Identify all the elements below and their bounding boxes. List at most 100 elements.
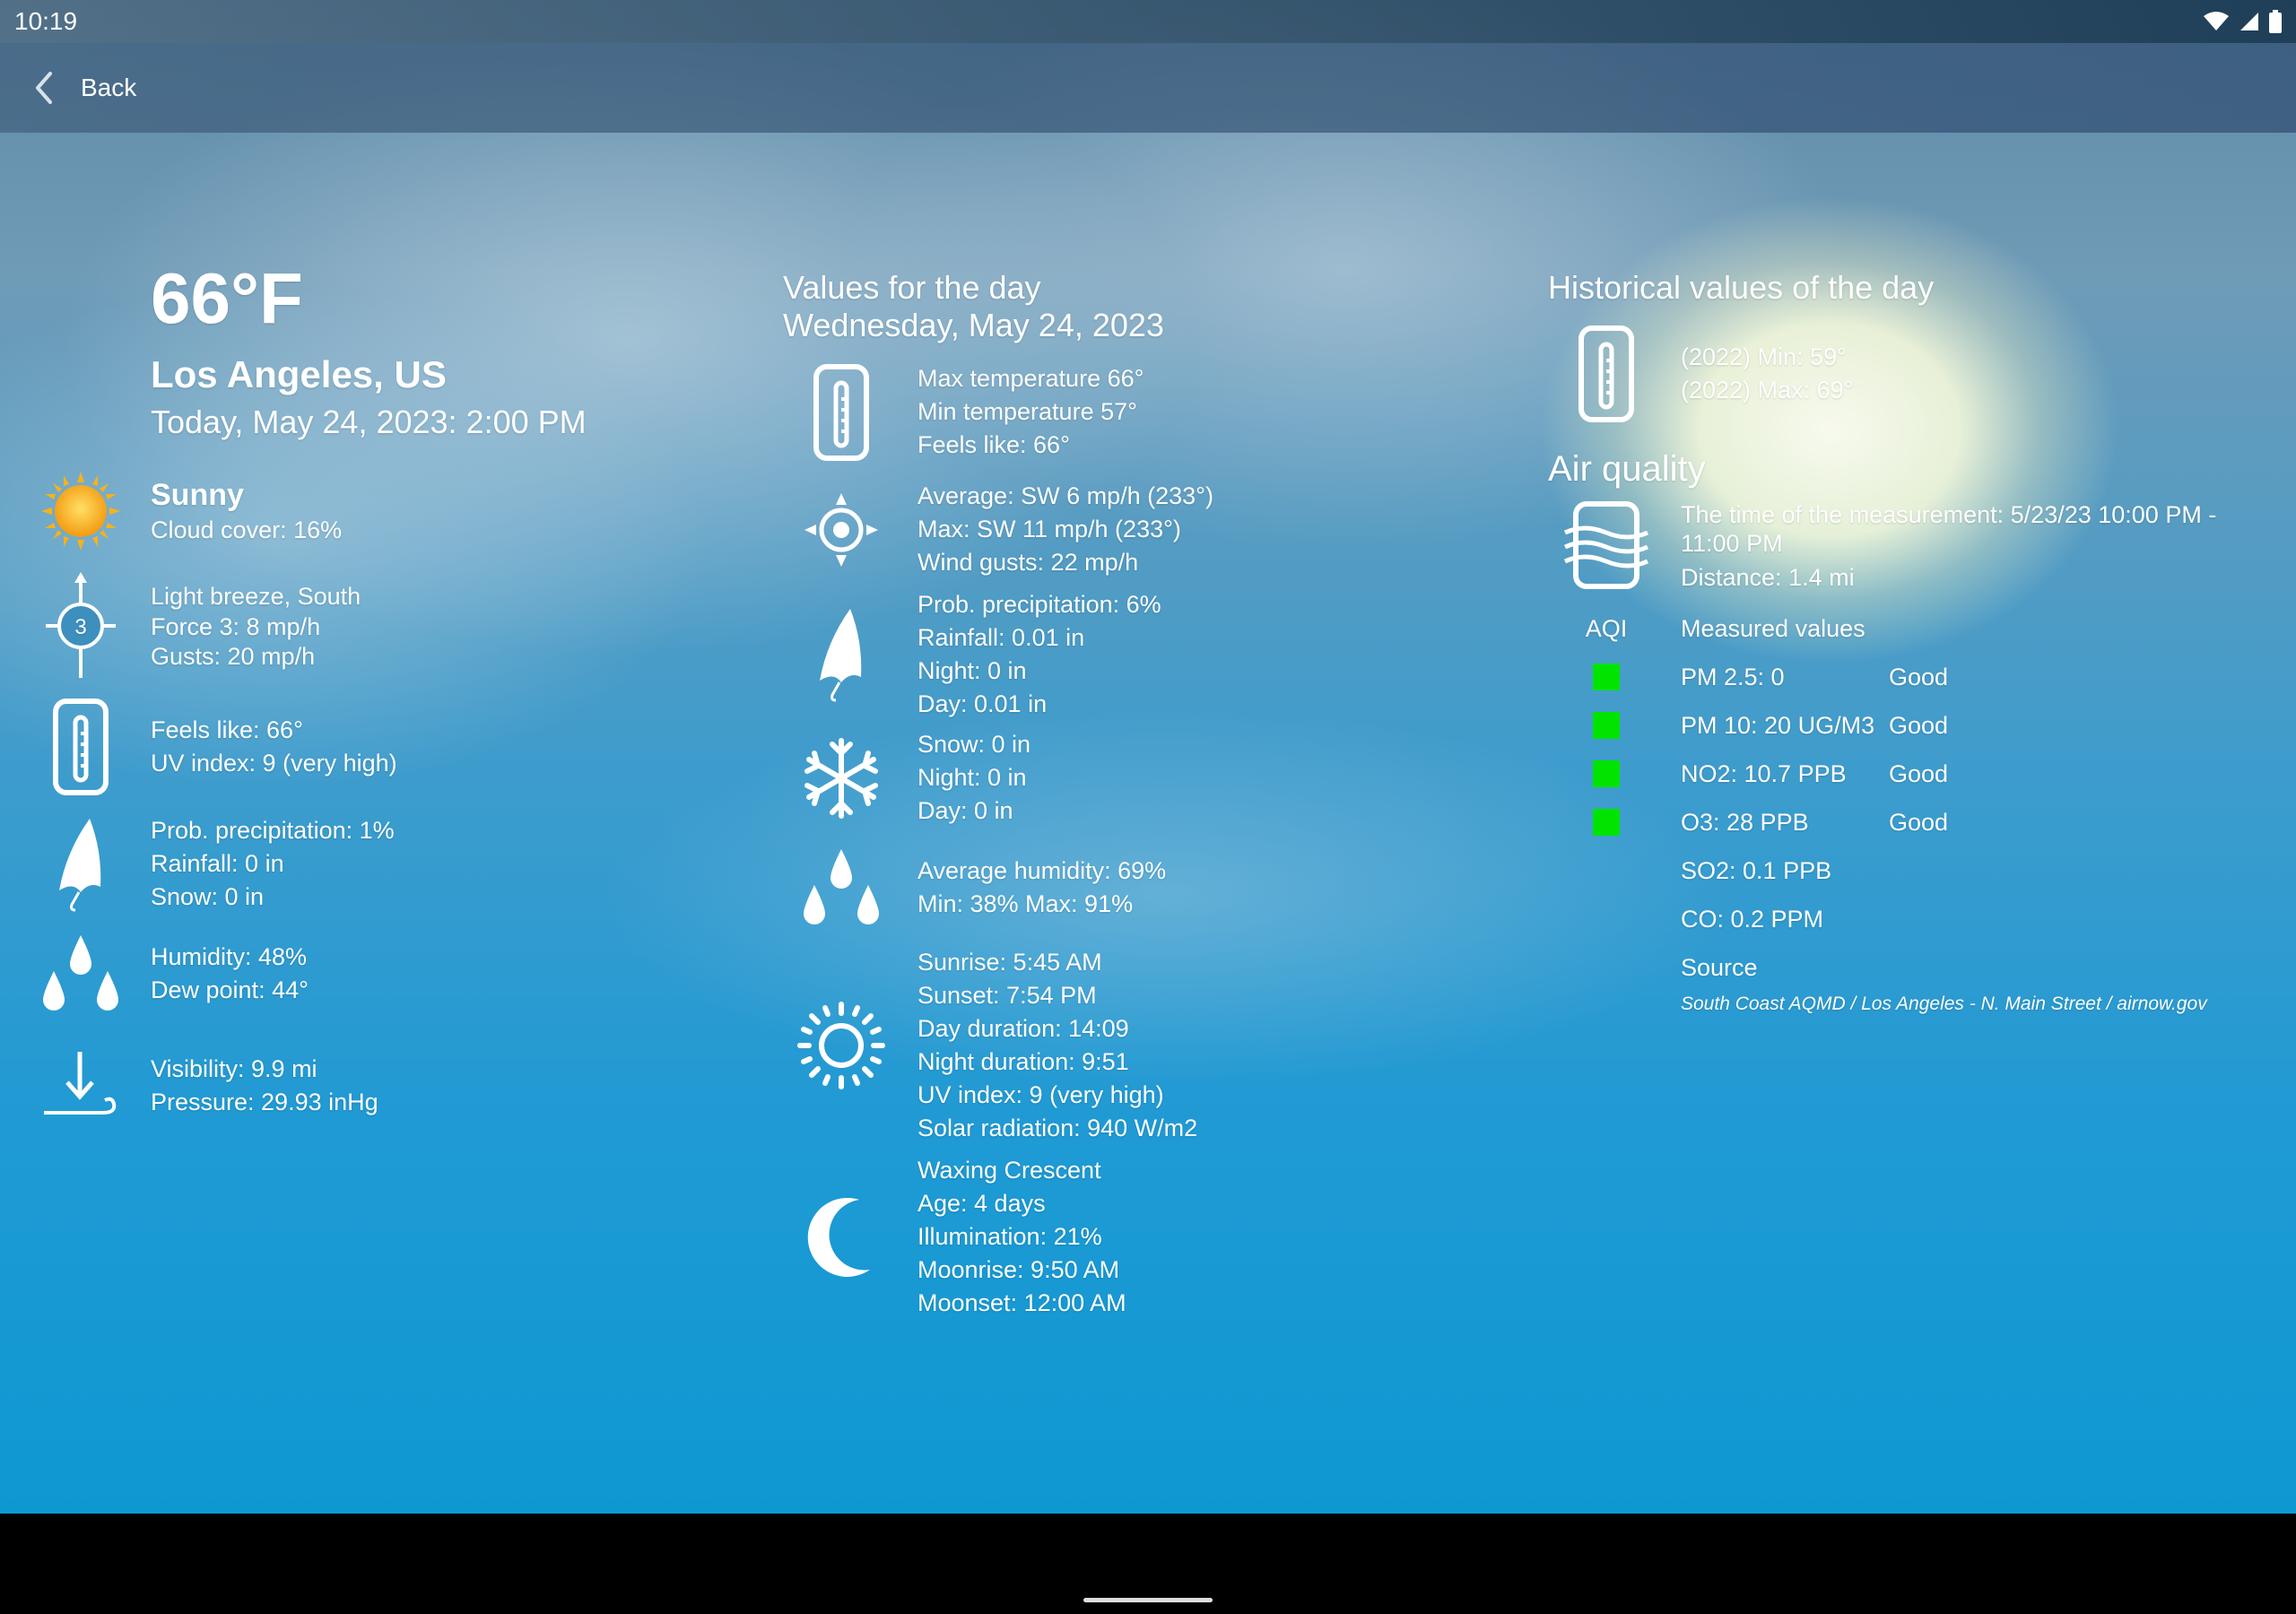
aq-value: PM 10: 20 UG/M3 [1681, 711, 1875, 739]
wind-max: Max: SW 11 mp/h (233°) [918, 516, 1181, 542]
min-temperature: Min temperature 57° [918, 398, 1137, 425]
uv-index: UV index: 9 (very high) [151, 750, 397, 777]
current-temperature: 66°F [151, 258, 303, 338]
day-precip-row: Prob. precipitation: 6% Rainfall: 0.01 i… [783, 588, 1321, 721]
current-conditions: 66°F Los Angeles, US Today, May 24, 2023… [36, 260, 753, 1122]
humidity-value: Humidity: 48% [151, 943, 308, 970]
status-time: 10:19 [14, 7, 78, 35]
aqi-indicator [1593, 809, 1620, 836]
air-quality-title: Air quality [1548, 449, 1706, 489]
signal-icon [2240, 13, 2258, 30]
day-humidity-row: Average humidity: 69% Min: 38% Max: 91% [783, 849, 1321, 926]
aq-value: SO2: 0.1 PPB [1681, 856, 1832, 884]
umbrella-icon [820, 609, 862, 702]
aq-header-row: AQI Measured values [1548, 604, 2266, 653]
day-duration: Day duration: 14:09 [918, 1015, 1129, 1042]
back-button[interactable]: Back [32, 70, 136, 106]
aq-value: PM 2.5: 0 [1681, 663, 1785, 690]
wind-row: 3 Light breeze, South Force 3: 8 mp/h Gu… [36, 572, 753, 680]
wifi-icon [2204, 12, 2229, 30]
humidity-range: Min: 38% Max: 91% [918, 890, 1134, 917]
thermometer-icon [813, 363, 869, 461]
air-quality-icon [1563, 501, 1649, 589]
measurement-time: The time of the measurement: 5/23/23 10:… [1681, 501, 2217, 557]
daytime-rainfall: Day: 0.01 in [918, 690, 1048, 717]
aq-row: O3: 28 PPB Good [1548, 798, 2266, 846]
historical-max: (2022) Max: 69° [1681, 377, 1854, 404]
sun-icon [41, 472, 120, 551]
aq-row: PM 10: 20 UG/M3 Good [1548, 701, 2266, 750]
source-label: Source [1681, 953, 1758, 981]
night-snow: Night: 0 in [918, 764, 1027, 791]
aq-status: Good [1889, 808, 1949, 836]
snowfall: Snow: 0 in [151, 883, 265, 910]
condition-row: Sunny Cloud cover: 16% [36, 470, 753, 552]
location-name: Los Angeles, US [151, 353, 447, 395]
humidity-row: Humidity: 48% Dew point: 44° [36, 935, 753, 1012]
day-values-title: Values for the day [783, 269, 1041, 306]
wind-line-2: Force 3: 8 mp/h [151, 612, 321, 640]
wind-line-1: Light breeze, South [151, 582, 361, 610]
moon-phase: Waxing Crescent [918, 1157, 1101, 1184]
measured-values-header: Measured values [1681, 614, 1866, 642]
night-duration: Night duration: 9:51 [918, 1048, 1129, 1075]
moonset: Moonset: 12:00 AM [918, 1289, 1126, 1316]
aqi-header: AQI [1585, 614, 1628, 642]
day-moon-row: Waxing Crescent Age: 4 days Illumination… [783, 1154, 1321, 1320]
aqi-indicator [1593, 664, 1620, 690]
pressure: Pressure: 29.93 inHg [151, 1089, 378, 1115]
home-gesture-handle[interactable] [1083, 1598, 1213, 1602]
condition-label: Sunny [151, 477, 244, 512]
humidity-drops-icon [43, 935, 118, 1011]
thermometer-icon [1578, 325, 1634, 422]
day-values-section: Values for the day Wednesday, May 24, 20… [783, 269, 1321, 1320]
aq-value: O3: 28 PPB [1681, 808, 1809, 836]
moon-age: Age: 4 days [918, 1190, 1046, 1217]
status-bar: 10:19 [0, 0, 2296, 43]
night-rainfall: Night: 0 in [918, 657, 1027, 684]
aq-row: CO: 0.2 PPM [1548, 895, 2266, 943]
wind-gusts: Wind gusts: 22 mp/h [918, 549, 1139, 576]
aq-status: Good [1889, 711, 1949, 739]
app-bar: Back [0, 43, 2296, 133]
back-label: Back [81, 74, 137, 101]
day-precip-probability: Prob. precipitation: 6% [918, 591, 1161, 618]
aq-row: PM 2.5: 0 Good [1548, 653, 2266, 701]
day-snow: Snow: 0 in [918, 731, 1031, 758]
feels-like: Feels like: 66° [151, 716, 303, 743]
wind-direction-icon: 3 [46, 572, 116, 678]
umbrella-icon [59, 818, 101, 911]
aqi-indicator [1593, 712, 1620, 739]
wind-average: Average: SW 6 mp/h (233°) [918, 482, 1213, 509]
aq-status: Good [1889, 759, 1949, 787]
day-values-date: Wednesday, May 24, 2023 [783, 307, 1164, 343]
average-humidity: Average humidity: 69% [918, 857, 1167, 884]
air-measurement-row: The time of the measurement: 5/23/23 10:… [1548, 500, 2266, 597]
wind-compass-icon [804, 492, 878, 567]
sunrise: Sunrise: 5:45 AM [918, 949, 1102, 976]
moon-illumination: Illumination: 21% [918, 1223, 1102, 1250]
aqi-indicator [1593, 760, 1620, 787]
day-uv-index: UV index: 9 (very high) [918, 1081, 1164, 1108]
aq-row: SO2: 0.1 PPB [1548, 846, 2266, 895]
daytime-snow: Day: 0 in [918, 797, 1013, 824]
aq-source-row: Source [1548, 943, 2266, 992]
day-temp-row: Max temperature 66° Min temperature 57° … [783, 362, 1321, 462]
cloud-cover: Cloud cover: 16% [151, 516, 343, 543]
historical-air-section: Historical values of the day (2022) Min:… [1548, 269, 2266, 1015]
dew-point: Dew point: 44° [151, 976, 309, 1003]
day-sun-row: Sunrise: 5:45 AM Sunset: 7:54 PM Day dur… [783, 946, 1321, 1145]
moon-crescent-icon [807, 1197, 870, 1277]
humidity-drops-icon [804, 849, 879, 924]
wind-force-badge: 3 [74, 615, 86, 639]
precip-row: Prob. precipitation: 1% Rainfall: 0 in S… [36, 814, 753, 914]
historical-row: (2022) Min: 59° (2022) Max: 69° [1548, 325, 2266, 423]
day-snow-row: Snow: 0 in Night: 0 in Day: 0 in [783, 728, 1321, 828]
sun-outline-icon [797, 1002, 885, 1089]
wind-line-3: Gusts: 20 mp/h [151, 642, 316, 670]
thermometer-icon [53, 699, 109, 795]
solar-radiation: Solar radiation: 940 W/m2 [918, 1115, 1198, 1141]
visibility: Visibility: 9.9 mi [151, 1055, 317, 1082]
aq-value: CO: 0.2 PPM [1681, 905, 1824, 933]
aq-row: NO2: 10.7 PPB Good [1548, 750, 2266, 798]
